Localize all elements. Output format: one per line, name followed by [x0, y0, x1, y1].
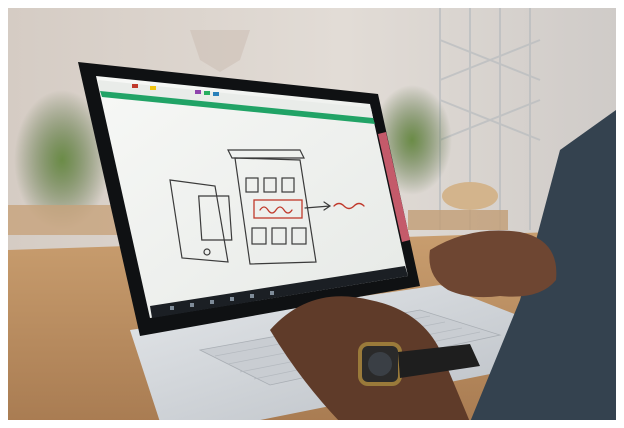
background-shelf — [8, 205, 128, 235]
watch-face — [368, 352, 392, 376]
right-hand — [429, 230, 557, 298]
background-shelf-right — [408, 210, 508, 230]
bowl — [442, 182, 498, 210]
photo-scene — [0, 0, 624, 428]
